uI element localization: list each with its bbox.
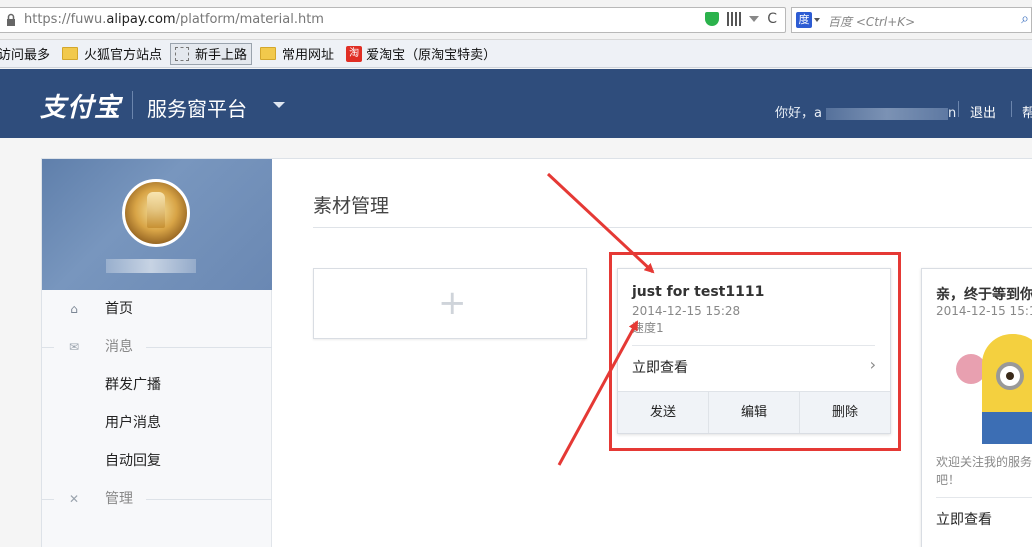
user-greeting: 你好，a n xyxy=(775,106,957,121)
mail-icon: ✉ xyxy=(68,340,80,354)
card-actions: 发送 编辑 删除 xyxy=(618,391,890,433)
taobao-icon: 淘 xyxy=(346,45,363,62)
help-link[interactable]: 帮 xyxy=(1022,102,1032,121)
minion-overalls xyxy=(982,412,1032,444)
card-date: 2014-12-15 15:1 xyxy=(936,304,1032,318)
search-placeholder: 百度 <Ctrl+K> xyxy=(828,15,916,29)
dropdown-icon[interactable] xyxy=(749,16,760,22)
engine-dropdown-icon[interactable] xyxy=(814,18,820,22)
profile-panel xyxy=(42,159,272,290)
edit-button[interactable]: 编辑 xyxy=(709,392,800,433)
header-divider xyxy=(958,101,959,117)
main-content: 素材管理 + just for test1111 2014-12-15 15:2… xyxy=(313,159,1032,547)
blurred-account-name xyxy=(106,259,196,273)
alipay-logo[interactable]: 支付宝 xyxy=(40,87,121,124)
card-image xyxy=(936,324,1032,444)
title-divider xyxy=(313,227,1032,228)
card-title: just for test1111 xyxy=(632,284,765,300)
sidebar-item-auto-reply[interactable]: 自动回复 xyxy=(42,442,272,480)
card-title: 亲，终于等到你 xyxy=(936,287,1032,303)
browser-toolbar: https://fuwu.alipay.com/platform/materia… xyxy=(0,0,1032,40)
card-divider xyxy=(936,497,1032,498)
plus-icon: + xyxy=(438,283,467,323)
page-container: ⌂ 首页 ✉ 消息 群发广播 用户消息 自动回复 ✕ 管理 素材管理 + jus… xyxy=(41,158,1032,547)
url-text: https://fuwu.alipay.com/platform/materia… xyxy=(24,12,324,27)
sidebar-nav: ⌂ 首页 ✉ 消息 群发广播 用户消息 自动回复 ✕ 管理 xyxy=(42,290,272,518)
bookmark-getting-started[interactable]: 新手上路 xyxy=(170,42,253,65)
bookmark-ai-taobao[interactable]: 淘爱淘宝（原淘宝特卖） xyxy=(342,43,500,65)
sidebar: ⌂ 首页 ✉ 消息 群发广播 用户消息 自动回复 ✕ 管理 xyxy=(42,159,272,547)
material-card: 亲，终于等到你 2014-12-15 15:1 欢迎关注我的服务 吧！ 立即查看 xyxy=(921,268,1032,547)
lock-icon xyxy=(7,13,15,26)
reload-icon[interactable]: C xyxy=(767,12,777,26)
address-bar[interactable]: https://fuwu.alipay.com/platform/materia… xyxy=(0,7,786,33)
view-now-link[interactable]: 立即查看 xyxy=(632,357,688,377)
minion-goggle xyxy=(996,362,1024,390)
shield-icon[interactable] xyxy=(705,12,720,26)
view-now-link[interactable]: 立即查看 xyxy=(936,509,992,529)
site-header: 支付宝 服务窗平台 你好，a n 退出 帮 xyxy=(0,69,1032,138)
platform-dropdown-icon[interactable] xyxy=(273,102,285,108)
blurred-username xyxy=(825,107,948,120)
folder-icon xyxy=(62,47,79,60)
card-divider xyxy=(632,345,875,346)
platform-title[interactable]: 服务窗平台 xyxy=(147,93,247,122)
card-description: 欢迎关注我的服务 吧！ xyxy=(936,455,1032,487)
chevron-right-icon[interactable]: › xyxy=(870,355,876,374)
baidu-icon[interactable]: 度 xyxy=(796,12,812,28)
bookmark-firefox-sites[interactable]: 火狐官方站点 xyxy=(58,43,166,65)
sidebar-section-messages: ✉ 消息 xyxy=(42,328,272,366)
page-icon xyxy=(175,46,190,61)
bookmark-most-visited[interactable]: 访问最多 xyxy=(0,43,54,65)
bookmark-common-sites[interactable]: 常用网址 xyxy=(256,43,338,65)
wrench-icon: ✕ xyxy=(68,492,80,506)
bookmarks-bar: 访问最多 火狐官方站点 新手上路 常用网址 淘爱淘宝（原淘宝特卖） xyxy=(0,40,1032,68)
logout-link[interactable]: 退出 xyxy=(970,102,996,121)
sidebar-section-manage: ✕ 管理 xyxy=(42,480,272,518)
search-icon[interactable]: ⌕ xyxy=(1021,11,1029,27)
add-material-button[interactable]: + xyxy=(313,268,587,339)
avatar[interactable] xyxy=(122,179,190,247)
sidebar-item-home[interactable]: ⌂ 首页 xyxy=(42,290,272,328)
send-button[interactable]: 发送 xyxy=(618,392,709,433)
logo-divider xyxy=(132,91,133,119)
card-date: 2014-12-15 15:28 xyxy=(632,304,741,318)
page-title: 素材管理 xyxy=(313,195,390,217)
search-bar[interactable]: 度 百度 <Ctrl+K> ⌕ xyxy=(791,7,1032,33)
qr-code-icon[interactable] xyxy=(727,12,742,26)
home-icon: ⌂ xyxy=(70,302,78,316)
sidebar-item-user-messages[interactable]: 用户消息 xyxy=(42,404,272,442)
folder-icon xyxy=(260,47,277,60)
sidebar-item-broadcast[interactable]: 群发广播 xyxy=(42,366,272,404)
delete-button[interactable]: 删除 xyxy=(800,392,890,433)
header-divider xyxy=(1011,101,1012,117)
card-description: 速度1 xyxy=(632,321,664,335)
material-card: just for test1111 2014-12-15 15:28 速度1 立… xyxy=(617,268,891,434)
